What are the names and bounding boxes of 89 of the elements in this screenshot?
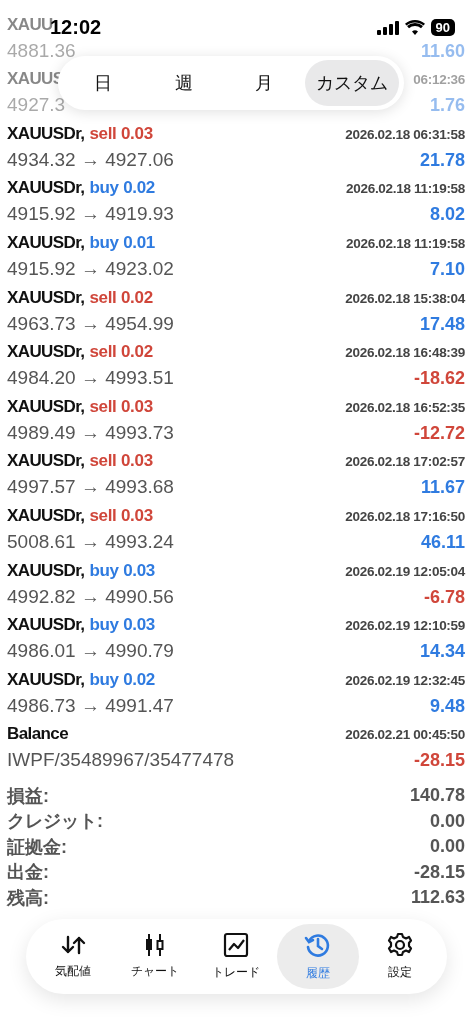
tab-bar-item[interactable]: チャート (113, 923, 196, 989)
line-chart-icon (223, 931, 250, 958)
profit-text: 7.10 (429, 259, 465, 280)
symbol-text: XAUUSDr, (7, 342, 85, 363)
price-text: 4986.01 → 4990.79 (7, 640, 174, 663)
profit-text: 9.48 (429, 695, 465, 717)
order-text: buy 0.02 (89, 669, 156, 690)
period-tab[interactable]: 月 (224, 60, 305, 106)
order-text: buy 0.01 (89, 233, 156, 253)
summary-value: 0.00 (429, 810, 465, 832)
time-text: 2026.02.18 11:19:58 (346, 236, 465, 251)
period-tab[interactable]: 日 (63, 60, 144, 106)
order-text: buy 0.03 (89, 560, 156, 581)
profit-text: -6.78 (423, 586, 465, 608)
summary-label: クレジット: (7, 810, 103, 834)
symbol-text: XAUUSDr, (7, 451, 85, 472)
summary-label: 証拠金: (7, 835, 67, 859)
order-text: buy 0.02 (89, 178, 156, 199)
summary-label: 残高: (7, 886, 49, 910)
time-text: 2026.02.18 17:16:50 (345, 508, 465, 524)
time-text: 2026.02.21 00:45:50 (345, 727, 465, 743)
balance-label: Balance (7, 724, 68, 745)
profit-text: 11.67 (420, 477, 465, 499)
profit-text: 8.02 (429, 204, 465, 226)
candlestick-icon (143, 932, 166, 957)
summary-value: 140.78 (409, 785, 465, 807)
summary-value: 0.00 (429, 836, 465, 858)
tab-bar-item[interactable]: トレード (195, 923, 278, 989)
symbol-text: XAUUSDr, (7, 287, 85, 308)
symbol-text: XAUUSDr, (7, 233, 85, 253)
tab-bar-item[interactable]: 気配値 (32, 923, 114, 989)
amount-text: -28.15 (413, 750, 465, 772)
time-text: 2026.02.18 16:52:35 (345, 399, 465, 415)
order-text: sell 0.02 (89, 287, 153, 308)
price-text: 4915.92 → 4919.93 (7, 203, 174, 226)
profit-text: 1.76 (429, 95, 465, 117)
time-text: 2026.02.19 12:32:45 (345, 672, 465, 688)
symbol-text: XAUUSDr, (7, 615, 85, 636)
wifi-icon (404, 20, 425, 35)
time-text: 2026.02.18 16:48:39 (345, 345, 465, 361)
symbol-text: XAUUSDr, (7, 178, 85, 199)
time-text: 2026.02.18 06:31:58 (345, 126, 465, 142)
time-text: 2026.02.19 12:10:59 (345, 618, 465, 634)
price-text: 4915.92 → 4923.02 (7, 258, 174, 280)
price-text: 4934.32 → 4927.06 (7, 148, 174, 171)
symbol-text: XAUUSDr, (7, 505, 85, 526)
profit-text: 21.78 (419, 149, 465, 171)
symbol-text: XAUUSDr, (7, 669, 85, 690)
tab-bar-item[interactable]: 履歴 (277, 923, 360, 989)
symbol-text: XAUUSDr, (7, 123, 85, 144)
order-text: sell 0.03 (89, 505, 153, 526)
time-text: 2026.02.18 11:19:58 (346, 181, 465, 197)
order-text: buy 0.03 (89, 615, 156, 636)
profit-text: 46.11 (420, 531, 465, 553)
price-text: 4997.57 → 4993.68 (7, 476, 174, 499)
comment-text: IWPF/35489967/35477478 (7, 749, 235, 772)
profit-text: -12.72 (413, 422, 465, 444)
tab-bar-item[interactable]: 設定 (359, 923, 441, 989)
time-text: 06:12:36 (413, 72, 465, 88)
price-text: 4992.82 → 4990.56 (7, 585, 174, 608)
profit-text: 11.60 (420, 40, 465, 62)
price-text: 4986.73 → 4991.47 (7, 694, 174, 717)
summary-value: 112.63 (410, 887, 465, 909)
time-text: 2026.02.18 17:02:57 (345, 454, 465, 470)
time-text: 2026.02.18 15:38:04 (345, 290, 465, 306)
price-text: 5008.61 → 4993.24 (7, 530, 174, 553)
summary-value: -28.15 (413, 861, 465, 883)
symbol-text: XAUUSDr, (7, 560, 85, 581)
order-text: sell 0.03 (89, 123, 153, 144)
battery-level: 90 (430, 19, 455, 36)
symbol-text: XAUUSDr, (7, 396, 85, 417)
profit-text: 14.34 (419, 641, 465, 663)
order-text: sell 0.02 (89, 342, 153, 363)
price-text: 4881.36 (7, 39, 76, 62)
profit-text: 17.48 (419, 313, 465, 335)
price-text: 4927.3 (7, 94, 66, 117)
order-text: sell 0.03 (89, 451, 153, 472)
settings-icon (387, 931, 414, 958)
summary-label: 損益: (7, 784, 49, 808)
profit-text: -18.62 (413, 368, 465, 390)
summary-label: 出金: (7, 861, 49, 885)
price-text: 4963.73 → 4954.99 (7, 312, 174, 335)
order-text: sell 0.03 (89, 396, 153, 417)
period-tab[interactable]: カスタム (304, 60, 399, 106)
signal-icon (376, 20, 399, 35)
price-text: 4984.20 → 4993.51 (7, 367, 174, 390)
time-text: 2026.02.19 12:05:04 (345, 563, 465, 579)
period-tab[interactable]: 週 (143, 60, 225, 106)
price-text: 4989.49 → 4993.73 (7, 421, 174, 444)
